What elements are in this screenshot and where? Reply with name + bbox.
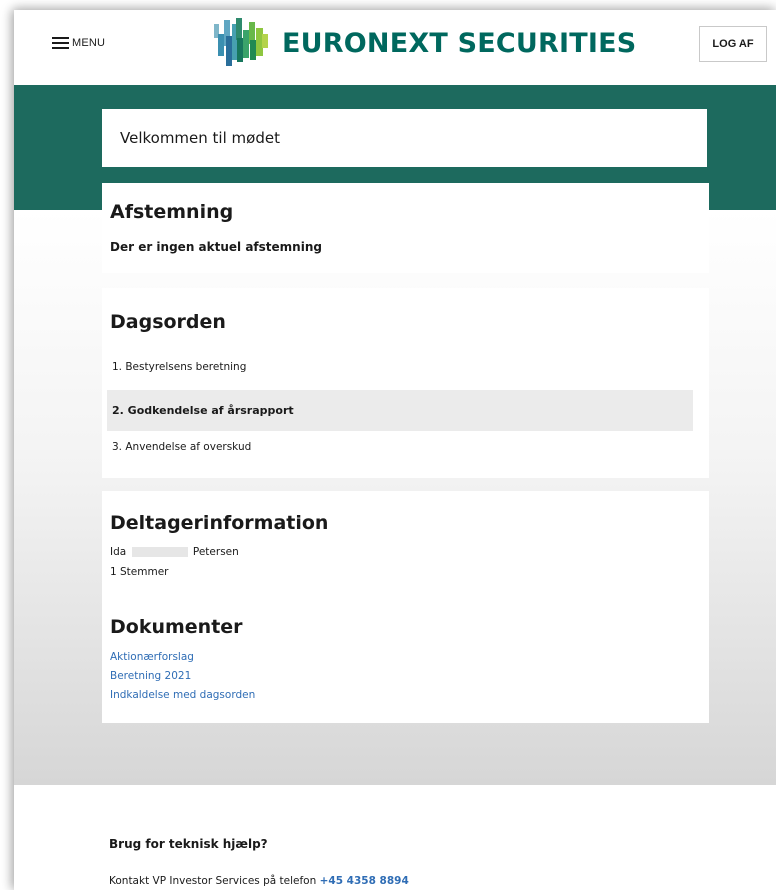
- last-name: Petersen: [192, 546, 239, 558]
- document-link[interactable]: Aktionærforslag: [110, 651, 194, 663]
- voting-status: Der er ingen aktuel afstemning: [110, 240, 322, 254]
- document-link[interactable]: Beretning 2021: [110, 670, 191, 682]
- documents-title: Dokumenter: [110, 616, 243, 638]
- euronext-mark-icon: [214, 18, 268, 66]
- agenda-item-active[interactable]: 2. Godkendelse af årsrapport: [107, 390, 693, 431]
- welcome-text: Velkommen til mødet: [120, 129, 280, 147]
- menu-label: MENU: [72, 37, 106, 49]
- welcome-card: Velkommen til mødet: [102, 109, 707, 167]
- hamburger-icon: [52, 37, 69, 49]
- euronext-logo[interactable]: EURONEXT SECURITIES: [214, 10, 636, 76]
- voting-card: Afstemning Der er ingen aktuel afstemnin…: [102, 183, 709, 273]
- phone-link[interactable]: +45 4358 8894: [320, 875, 409, 887]
- participant-card: Deltagerinformation Ida Petersen 1 Stemm…: [102, 491, 709, 723]
- browser-frame: MENU EURONEXT SECURITIES LOG AF Velkomme…: [14, 10, 776, 890]
- voting-title: Afstemning: [110, 201, 234, 223]
- agenda-card: Dagsorden 1. Bestyrelsens beretning 2. G…: [102, 288, 709, 478]
- first-name: Ida: [110, 546, 127, 558]
- top-header: MENU EURONEXT SECURITIES LOG AF: [14, 10, 776, 85]
- redacted-middle-name: [131, 547, 188, 557]
- agenda-item[interactable]: 3. Anvendelse af overskud: [107, 426, 693, 467]
- menu-button[interactable]: MENU: [52, 37, 105, 49]
- logout-button[interactable]: LOG AF: [699, 26, 767, 62]
- participant-votes: 1 Stemmer: [110, 566, 169, 578]
- help-contact: Kontakt VP Investor Services på telefon …: [109, 875, 409, 887]
- participant-name: Ida Petersen: [110, 546, 239, 558]
- agenda-title: Dagsorden: [110, 311, 226, 333]
- document-link[interactable]: Indkaldelse med dagsorden: [110, 689, 255, 701]
- contact-text: Kontakt VP Investor Services på telefon: [109, 875, 320, 887]
- agenda-item[interactable]: 1. Bestyrelsens beretning: [107, 346, 693, 387]
- help-title: Brug for teknisk hjælp?: [109, 837, 268, 851]
- logo-text: EURONEXT SECURITIES: [282, 27, 637, 59]
- participant-title: Deltagerinformation: [110, 512, 329, 534]
